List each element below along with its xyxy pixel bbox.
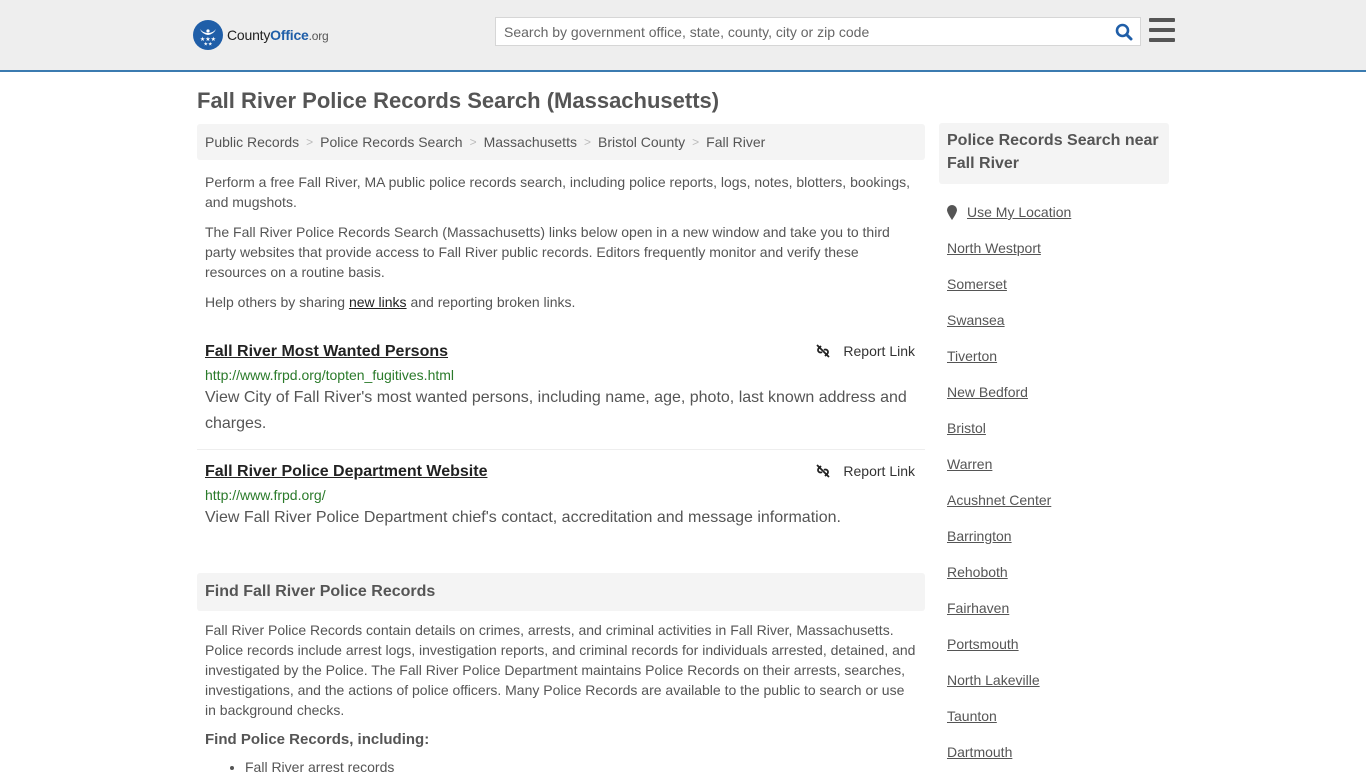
site-header: ★★★ ★★ CountyOffice.org — [0, 0, 1366, 72]
find-records-section: Fall River Police Records contain detail… — [197, 620, 925, 777]
nearby-city-link[interactable]: Somerset — [947, 274, 1161, 294]
logo-text: CountyOffice.org — [227, 27, 329, 43]
nearby-city-link[interactable]: New Bedford — [947, 382, 1161, 402]
listing-item: Fall River Most Wanted Persons Report Li… — [197, 330, 925, 449]
intro-paragraph: Perform a free Fall River, MA public pol… — [205, 174, 910, 210]
intro: Perform a free Fall River, MA public pol… — [197, 172, 925, 312]
listings: Fall River Most Wanted Persons Report Li… — [197, 330, 925, 543]
use-my-location-link[interactable]: Use My Location — [967, 204, 1071, 220]
nearby-city-link[interactable]: Barrington — [947, 526, 1161, 546]
chevron-right-icon: > — [306, 135, 314, 149]
new-links-link[interactable]: new links — [349, 294, 407, 310]
breadcrumb-police-records-search[interactable]: Police Records Search — [320, 134, 462, 150]
page-title: Fall River Police Records Search (Massac… — [197, 88, 720, 113]
find-records-subheading: Find Police Records, including: — [205, 731, 430, 748]
nearby-city-link[interactable]: Bristol — [947, 418, 1161, 438]
find-records-heading: Find Fall River Police Records — [197, 573, 925, 611]
listing-description: View Fall River Police Department chief'… — [205, 509, 841, 526]
find-records-body: Fall River Police Records contain detail… — [205, 622, 916, 718]
sidebar: Police Records Search near Fall River Us… — [939, 123, 1169, 762]
use-my-location: Use My Location — [947, 202, 1161, 222]
breadcrumb-bristol-county[interactable]: Bristol County — [598, 134, 685, 150]
nearby-city-link[interactable]: Swansea — [947, 310, 1161, 330]
sidebar-heading: Police Records Search near Fall River — [939, 123, 1169, 184]
listing-url[interactable]: http://www.frpd.org/ — [205, 486, 917, 504]
hamburger-menu-icon[interactable] — [1149, 18, 1175, 42]
breadcrumb-public-records[interactable]: Public Records — [205, 134, 299, 150]
nearby-city-link[interactable]: Rehoboth — [947, 562, 1161, 582]
search-input[interactable] — [496, 18, 1108, 45]
nearby-city-link[interactable]: Warren — [947, 454, 1161, 474]
records-list-item: Fall River arrest records — [245, 757, 917, 777]
nearby-cities-list: Use My Location North Westport Somerset … — [939, 202, 1169, 762]
nearby-city-link[interactable]: Taunton — [947, 706, 1161, 726]
listing-title-link[interactable]: Fall River Most Wanted Persons — [205, 342, 448, 362]
site-logo[interactable]: ★★★ ★★ CountyOffice.org — [193, 20, 329, 50]
chevron-right-icon: > — [692, 135, 700, 149]
chevron-right-icon: > — [583, 135, 591, 149]
search-icon — [1115, 23, 1133, 40]
nearby-city-link[interactable]: Portsmouth — [947, 634, 1161, 654]
svg-text:★★: ★★ — [204, 42, 213, 47]
nearby-city-link[interactable]: North Lakeville — [947, 670, 1161, 690]
breadcrumb: Public Records > Police Records Search >… — [197, 124, 925, 160]
intro-paragraph: The Fall River Police Records Search (Ma… — [205, 224, 890, 280]
broken-link-icon — [816, 464, 831, 478]
search-bar — [495, 17, 1141, 46]
main-content: Public Records > Police Records Search >… — [197, 124, 925, 777]
nearby-city-link[interactable]: Dartmouth — [947, 742, 1161, 762]
report-link-button[interactable]: Report Link — [815, 343, 915, 359]
records-list: Fall River arrest records — [205, 757, 917, 777]
broken-link-icon — [816, 344, 831, 358]
listing-description: View City of Fall River's most wanted pe… — [205, 389, 907, 432]
report-link-button[interactable]: Report Link — [815, 463, 915, 479]
chevron-right-icon: > — [469, 135, 477, 149]
nearby-city-link[interactable]: Tiverton — [947, 346, 1161, 366]
nearby-city-link[interactable]: Fairhaven — [947, 598, 1161, 618]
nearby-city-link[interactable]: Acushnet Center — [947, 490, 1161, 510]
listing-url[interactable]: http://www.frpd.org/topten_fugitives.htm… — [205, 366, 917, 384]
breadcrumb-fall-river[interactable]: Fall River — [706, 134, 765, 150]
nearby-city-link[interactable]: North Westport — [947, 238, 1161, 258]
eagle-logo-icon: ★★★ ★★ — [193, 20, 223, 50]
breadcrumb-massachusetts[interactable]: Massachusetts — [484, 134, 577, 150]
map-pin-icon — [947, 204, 957, 220]
search-button[interactable] — [1108, 18, 1140, 45]
listing-item: Fall River Police Department Website Rep… — [197, 449, 925, 543]
share-links-text: Help others by sharing new links and rep… — [205, 294, 576, 310]
listing-title-link[interactable]: Fall River Police Department Website — [205, 462, 487, 482]
